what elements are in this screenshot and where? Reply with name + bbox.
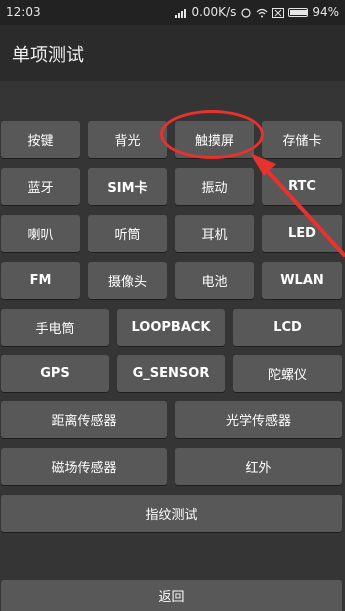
network-speed: 0.00K/s bbox=[191, 5, 237, 19]
status-right: 0.00K/s 94% bbox=[175, 5, 339, 19]
screen: 12:03 0.00K/s 94% 单项测试 按键 背光 触摸屏 存储卡 蓝牙 … bbox=[0, 0, 345, 611]
vibration-button[interactable]: 振动 bbox=[175, 168, 254, 205]
loopback-button[interactable]: LOOPBACK bbox=[117, 309, 225, 346]
flashlight-button[interactable]: 手电筒 bbox=[1, 309, 109, 346]
infrared-button[interactable]: 红外 bbox=[175, 448, 342, 485]
status-time: 12:03 bbox=[6, 5, 41, 19]
wifi-icon bbox=[256, 7, 268, 18]
touchscreen-button[interactable]: 触摸屏 bbox=[175, 121, 254, 158]
app-bar: 单项测试 bbox=[0, 25, 345, 82]
bluetooth-button[interactable]: 蓝牙 bbox=[1, 168, 80, 205]
status-bar: 12:03 0.00K/s 94% bbox=[0, 0, 345, 25]
battery-button[interactable]: 电池 bbox=[175, 262, 254, 299]
notification-x-icon bbox=[272, 7, 285, 18]
back-button[interactable]: 返回 bbox=[1, 580, 342, 611]
camera-button[interactable]: 摄像头 bbox=[88, 262, 167, 299]
backlight-button[interactable]: 背光 bbox=[88, 121, 167, 158]
fingerprint-test-button[interactable]: 指纹测试 bbox=[1, 495, 342, 532]
signal-icon bbox=[175, 7, 187, 18]
receiver-button[interactable]: 听筒 bbox=[88, 215, 167, 252]
led-button[interactable]: LED bbox=[262, 215, 342, 252]
gyroscope-button[interactable]: 陀螺仪 bbox=[233, 355, 342, 392]
fm-button[interactable]: FM bbox=[1, 262, 80, 299]
light-sensor-button[interactable]: 光学传感器 bbox=[175, 401, 342, 438]
speaker-button[interactable]: 喇叭 bbox=[1, 215, 80, 252]
battery-icon bbox=[288, 7, 309, 17]
gps-button[interactable]: GPS bbox=[1, 355, 109, 392]
g-sensor-button[interactable]: G_SENSOR bbox=[117, 355, 225, 392]
page-title: 单项测试 bbox=[12, 45, 84, 66]
battery-level: 94% bbox=[312, 5, 339, 19]
earphone-button[interactable]: 耳机 bbox=[175, 215, 254, 252]
storage-card-button[interactable]: 存储卡 bbox=[262, 121, 342, 158]
keys-button[interactable]: 按键 bbox=[1, 121, 80, 158]
wlan-button[interactable]: WLAN bbox=[262, 262, 342, 299]
magnetic-sensor-button[interactable]: 磁场传感器 bbox=[1, 448, 167, 485]
lcd-button[interactable]: LCD bbox=[233, 309, 342, 346]
proximity-sensor-button[interactable]: 距离传感器 bbox=[1, 401, 167, 438]
alarm-icon bbox=[240, 7, 252, 18]
rtc-button[interactable]: RTC bbox=[262, 168, 342, 205]
sim-card-button[interactable]: SIM卡 bbox=[88, 168, 167, 205]
